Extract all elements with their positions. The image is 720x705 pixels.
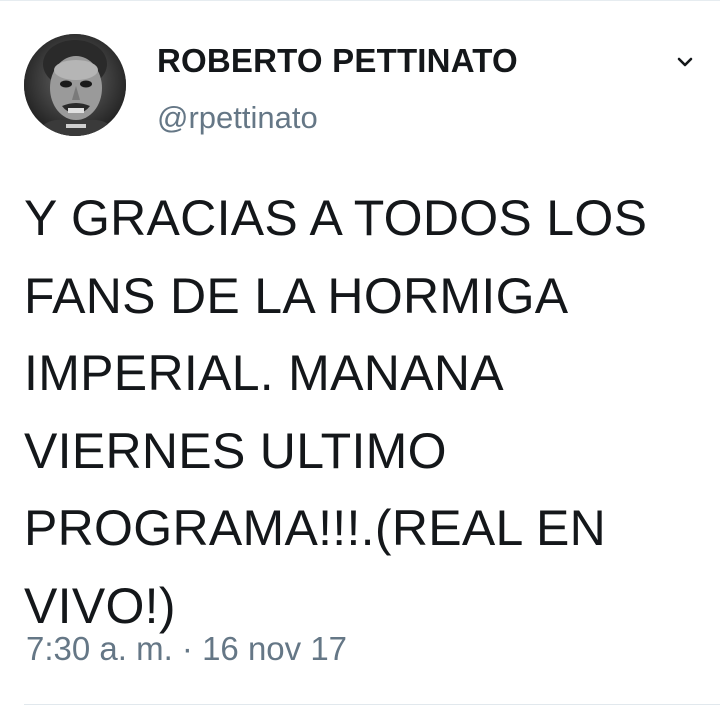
author-display-name[interactable]: ROBERTO PETTINATO bbox=[157, 42, 518, 80]
tweet-text: Y GRACIAS A TODOS LOS FANS DE LA HORMIGA… bbox=[24, 190, 648, 634]
top-divider bbox=[0, 0, 720, 1]
tweet-timestamp[interactable]: 7:30 a. m. · 16 nov 17 bbox=[26, 630, 347, 668]
author-handle[interactable]: @rpettinato bbox=[157, 100, 318, 136]
avatar[interactable] bbox=[24, 34, 126, 136]
profile-photo-icon bbox=[24, 34, 126, 136]
chevron-down-icon[interactable] bbox=[670, 52, 700, 74]
